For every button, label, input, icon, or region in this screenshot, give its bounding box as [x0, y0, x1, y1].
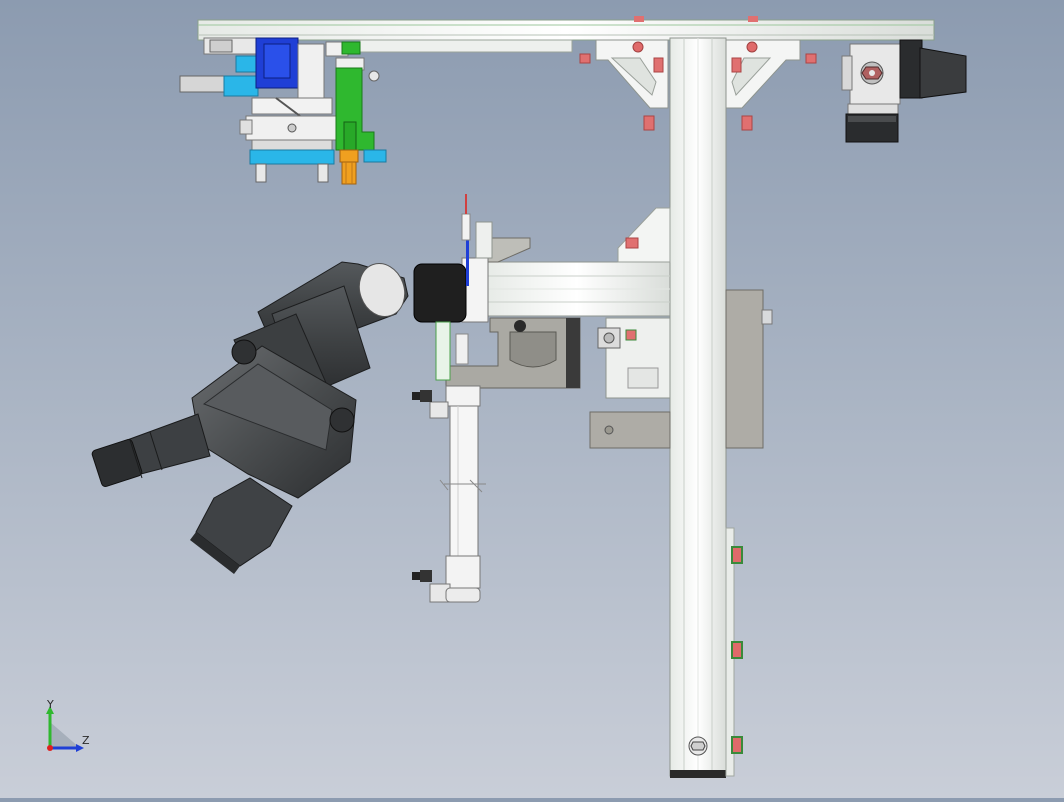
axis-z-label: Z [82, 734, 90, 747]
gusset-left [579, 39, 669, 131]
camera-mount-block [413, 194, 493, 381]
vertical-tube [412, 385, 486, 603]
coordinate-triad: Y Z [38, 698, 98, 758]
top-right-fitting [841, 39, 967, 143]
axis-y-label: Y [47, 698, 54, 711]
side-mounts [725, 527, 743, 777]
top-left-fixture [179, 37, 387, 185]
cad-model [91, 16, 967, 778]
stereo-microscope [91, 261, 409, 574]
cad-viewport[interactable]: Y Z [0, 0, 1064, 798]
